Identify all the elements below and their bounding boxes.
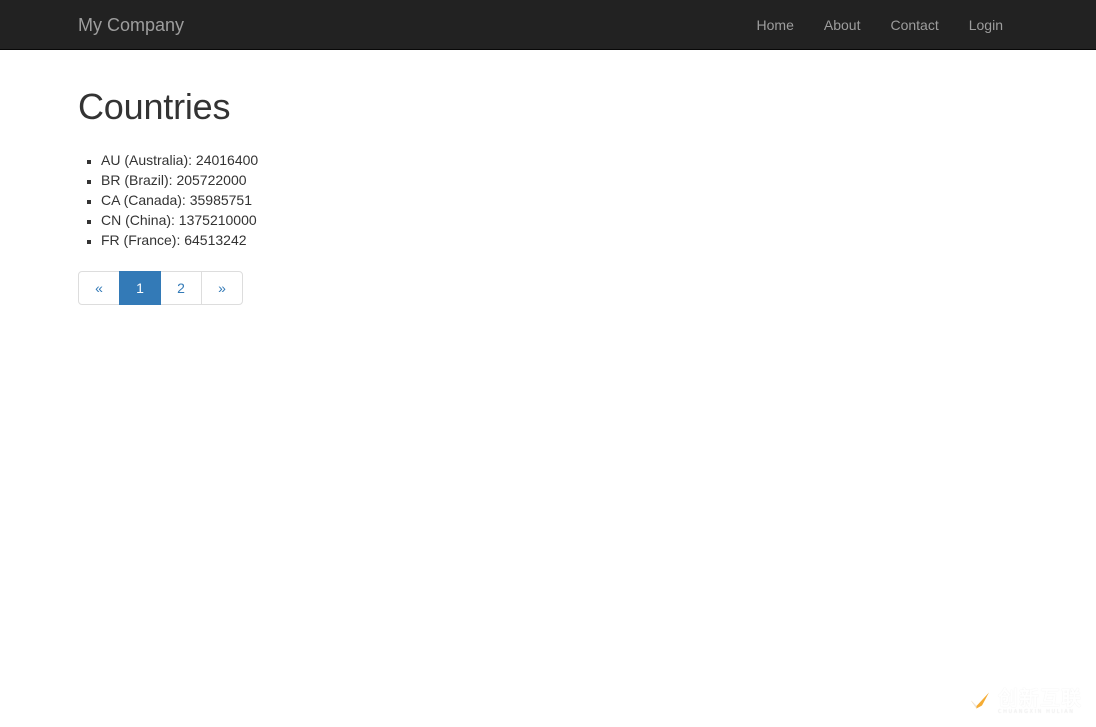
pagination-page-1[interactable]: 1 (119, 270, 161, 305)
watermark-text: 创新互联 CHUANGXIN HULIAN (998, 688, 1082, 715)
nav-link-contact[interactable]: Contact (875, 0, 953, 50)
list-item: BR (Brazil): 205722000 (101, 170, 1018, 190)
pagination-page-2[interactable]: 2 (160, 270, 202, 305)
navbar-brand[interactable]: My Company (78, 0, 184, 50)
nav-link-home[interactable]: Home (742, 0, 809, 50)
pagination-nav: « 1 2 » (78, 250, 1018, 305)
watermark-subtitle: CHUANGXIN HULIAN (998, 708, 1075, 715)
page-title: Countries (78, 86, 231, 127)
pagination: « 1 2 » (78, 270, 243, 305)
watermark: 创新互联 CHUANGXIN HULIAN (960, 685, 1082, 717)
nav-item-home[interactable]: Home (742, 0, 809, 50)
list-item: CN (China): 1375210000 (101, 210, 1018, 230)
country-list: AU (Australia): 24016400 BR (Brazil): 20… (78, 150, 1018, 250)
nav-link-about[interactable]: About (809, 0, 876, 50)
list-item: CA (Canada): 35985751 (101, 190, 1018, 210)
nav-item-about[interactable]: About (809, 0, 876, 50)
pagination-prev-link[interactable]: « (78, 270, 120, 305)
pagination-next-link[interactable]: » (201, 270, 243, 305)
nav-item-contact[interactable]: Contact (875, 0, 953, 50)
pagination-page-1-link[interactable]: 1 (119, 270, 161, 305)
list-item: FR (France): 64513242 (101, 230, 1018, 250)
nav-item-login[interactable]: Login (954, 0, 1018, 50)
check-circle-logo-icon (960, 685, 992, 717)
pagination-prev[interactable]: « (78, 270, 120, 305)
navbar-nav: Home About Contact Login (742, 0, 1018, 50)
nav-link-login[interactable]: Login (954, 0, 1018, 50)
main-container: Countries AU (Australia): 24016400 BR (B… (0, 50, 1096, 305)
list-item: AU (Australia): 24016400 (101, 150, 1018, 170)
pagination-page-2-link[interactable]: 2 (160, 270, 202, 305)
pagination-next[interactable]: » (201, 270, 243, 305)
top-navbar: My Company Home About Contact Login (0, 0, 1096, 50)
watermark-title: 创新互联 (998, 685, 1082, 710)
navbar-inner: My Company Home About Contact Login (0, 0, 1096, 50)
